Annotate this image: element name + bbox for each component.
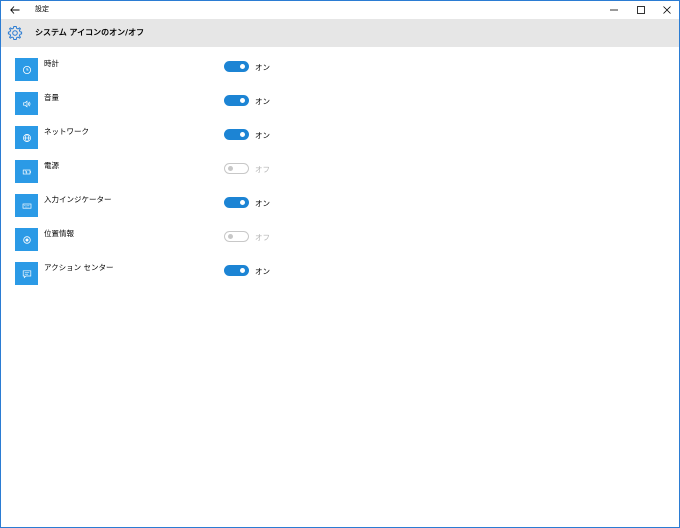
- action-center-icon: [15, 262, 38, 285]
- minimize-button[interactable]: [601, 1, 627, 19]
- toggle-state-text: オン: [255, 97, 270, 106]
- setting-label: 音量: [44, 93, 59, 102]
- settings-window: 設定 システム アイコンのオン/オフ 時計 オン 音量 オン ネットワーク オン…: [0, 0, 680, 528]
- toggle-state-text: オン: [255, 63, 270, 72]
- location-icon: [15, 228, 38, 251]
- page-header: システム アイコンのオン/オフ: [1, 19, 679, 47]
- toggle-state-text: オン: [255, 267, 270, 276]
- minimize-icon: [610, 9, 618, 11]
- page-title: システム アイコンのオン/オフ: [35, 28, 145, 37]
- action-center-toggle[interactable]: [224, 265, 249, 276]
- power-toggle[interactable]: [224, 163, 249, 174]
- setting-row-location: 位置情報 オフ: [15, 228, 415, 252]
- volume-icon: [15, 92, 38, 115]
- clock-toggle[interactable]: [224, 61, 249, 72]
- setting-label: 位置情報: [44, 229, 74, 238]
- setting-label: 電源: [44, 161, 59, 170]
- toggle-state-text: オン: [255, 131, 270, 140]
- setting-label: 時計: [44, 59, 59, 68]
- window-title: 設定: [35, 5, 49, 13]
- network-icon: [15, 126, 38, 149]
- setting-row-power: 電源 オフ: [15, 160, 415, 184]
- input-indicator-toggle[interactable]: [224, 197, 249, 208]
- setting-label: ネットワーク: [44, 127, 89, 136]
- back-button[interactable]: [1, 1, 29, 19]
- toggle-state-text: オフ: [255, 233, 270, 242]
- keyboard-icon: [15, 194, 38, 217]
- setting-row-input-indicator: 入力インジケーター オン: [15, 194, 415, 218]
- toggle-state-text: オフ: [255, 165, 270, 174]
- close-icon: [663, 6, 671, 14]
- title-bar: 設定: [1, 1, 679, 19]
- back-arrow-icon: [10, 6, 20, 14]
- toggle-state-text: オン: [255, 199, 270, 208]
- setting-row-network: ネットワーク オン: [15, 126, 415, 150]
- gear-icon: [7, 25, 23, 41]
- setting-label: アクション センター: [44, 263, 114, 272]
- network-toggle[interactable]: [224, 129, 249, 140]
- setting-row-clock: 時計 オン: [15, 58, 415, 82]
- maximize-button[interactable]: [628, 1, 654, 19]
- close-button[interactable]: [654, 1, 680, 19]
- battery-icon: [15, 160, 38, 183]
- setting-row-action-center: アクション センター オン: [15, 262, 415, 286]
- maximize-icon: [637, 6, 645, 14]
- location-toggle[interactable]: [224, 231, 249, 242]
- setting-label: 入力インジケーター: [44, 195, 112, 204]
- clock-icon: [15, 58, 38, 81]
- volume-toggle[interactable]: [224, 95, 249, 106]
- setting-row-volume: 音量 オン: [15, 92, 415, 116]
